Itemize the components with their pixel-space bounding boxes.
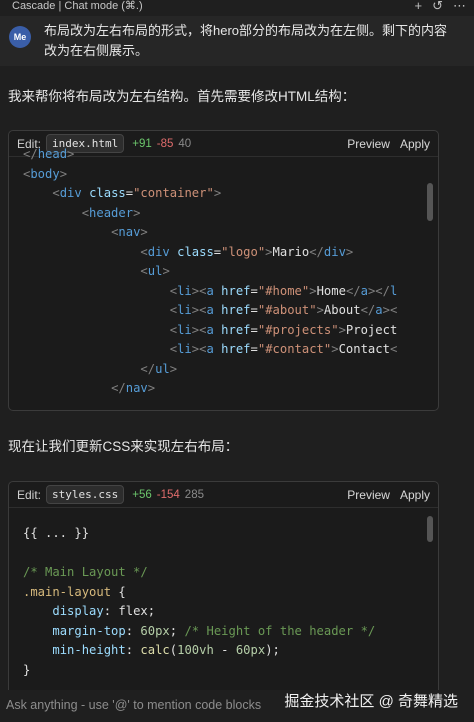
- code-body-css[interactable]: {{ ... }} /* Main Layout */ .main-layout…: [9, 508, 438, 695]
- card-actions: Preview Apply: [347, 488, 430, 502]
- scrollbar-thumb[interactable]: [427, 516, 433, 542]
- scrollbar-thumb[interactable]: [427, 183, 433, 221]
- watermark: 掘金技术社区 @ 奇舞精选: [284, 693, 458, 710]
- window-title: Cascade | Chat mode (⌘.): [12, 0, 143, 12]
- avatar: Me: [9, 26, 31, 48]
- preview-button[interactable]: Preview: [347, 488, 390, 502]
- code-card-header: Edit: styles.css +56 -154 285 Preview Ap…: [9, 482, 438, 508]
- chat-input-bar[interactable]: Ask anything - use '@' to mention code b…: [0, 690, 474, 722]
- code-card-css: Edit: styles.css +56 -154 285 Preview Ap…: [8, 481, 439, 696]
- chat-input-placeholder[interactable]: Ask anything - use '@' to mention code b…: [6, 698, 261, 712]
- code-body-html[interactable]: </head> <body> <div class="container"> <…: [9, 145, 438, 399]
- reply-intro: 我来帮你将布局改为左右结构。首先需要修改HTML结构：: [8, 89, 356, 104]
- more-icon[interactable]: ⋯: [453, 0, 466, 12]
- titlebar-icons: + ↺ ⋯: [415, 0, 467, 12]
- history-icon[interactable]: ↺: [432, 0, 443, 12]
- edit-label: Edit:: [17, 487, 42, 502]
- user-message: Me 布局改为左右布局的形式，将hero部分的布局改为在左侧。剩下的内容改为在右…: [0, 16, 474, 66]
- reply-css-intro: 现在让我们更新CSS来实现左右布局：: [8, 439, 239, 454]
- lines-total: 285: [184, 488, 204, 501]
- user-message-text: 布局改为左右布局的形式，将hero部分的布局改为在左侧。剩下的内容改为在右侧展示…: [44, 23, 448, 58]
- filename-chip[interactable]: styles.css: [46, 485, 125, 504]
- titlebar: Cascade | Chat mode (⌘.) + ↺ ⋯: [0, 0, 474, 14]
- apply-button[interactable]: Apply: [400, 488, 430, 502]
- code-card-html: Edit: index.html +91 -85 40 Preview Appl…: [8, 130, 439, 411]
- plus-icon[interactable]: +: [415, 0, 423, 12]
- lines-removed: -154: [156, 488, 180, 501]
- lines-added: +56: [132, 488, 152, 501]
